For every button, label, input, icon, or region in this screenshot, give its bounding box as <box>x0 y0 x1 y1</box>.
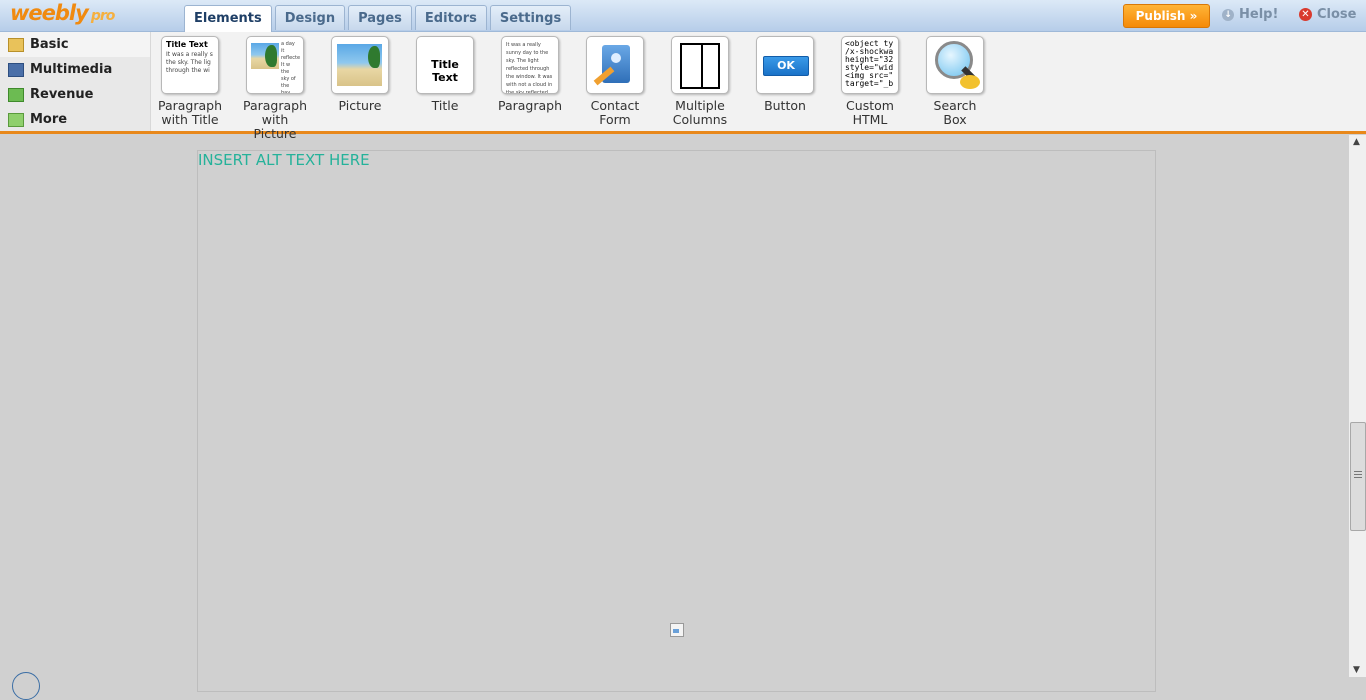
element-label: Paragraph <box>497 98 563 113</box>
vertical-scrollbar[interactable]: ▲ ▼ <box>1349 135 1366 677</box>
custom-html-thumb: <object ty /x-shockwa height="32 style="… <box>841 36 899 94</box>
main-tabs: Elements Design Pages Editors Settings <box>184 5 572 32</box>
close-label: Close <box>1317 7 1357 22</box>
page-canvas[interactable]: INSERT ALT TEXT HERE <box>197 150 1156 692</box>
money-icon <box>8 87 24 102</box>
element-label: Search Box <box>933 98 977 127</box>
tab-elements[interactable]: Elements <box>184 5 272 32</box>
top-bar: weebly pro Elements Design Pages Editors … <box>0 0 1366 32</box>
element-paragraph[interactable]: It was a really sunny day to the sky. Th… <box>495 36 565 113</box>
sidebar-item-more[interactable]: More <box>0 107 150 132</box>
element-contact-form[interactable]: Contact Form <box>580 36 650 127</box>
elements-toolbar: Basic Multimedia Revenue More Title Text… <box>0 32 1366 141</box>
paragraph-thumb: It was a really sunny day to the sky. Th… <box>501 36 559 94</box>
element-button[interactable]: OK Button <box>750 36 820 113</box>
arrow-icon <box>8 112 24 127</box>
element-label: Paragraph with Title <box>157 98 223 127</box>
tab-editors[interactable]: Editors <box>414 5 487 30</box>
element-paragraph-with-title[interactable]: Title Text It was a really s the sky. The… <box>155 36 225 127</box>
button-thumb: OK <box>756 36 814 94</box>
sidebar-item-label: Basic <box>30 37 69 52</box>
element-label: Multiple Columns <box>672 98 728 127</box>
element-search-box[interactable]: Search Box <box>920 36 990 127</box>
folder-icon <box>8 37 24 52</box>
element-label: Button <box>764 98 806 113</box>
contact-form-thumb <box>586 36 644 94</box>
image-alt-text[interactable]: INSERT ALT TEXT HERE <box>198 151 370 169</box>
tab-design[interactable]: Design <box>274 5 346 30</box>
film-icon <box>8 62 24 77</box>
element-label: Custom HTML <box>846 98 894 127</box>
scroll-up-icon[interactable]: ▲ <box>1353 137 1360 147</box>
close-icon: ✕ <box>1299 8 1312 21</box>
tab-settings[interactable]: Settings <box>489 5 572 30</box>
element-multiple-columns[interactable]: Multiple Columns <box>665 36 735 127</box>
weebly-logo[interactable]: weebly pro <box>10 1 115 25</box>
pro-badge-icon <box>960 75 980 89</box>
sidebar-item-label: More <box>30 112 68 127</box>
paragraph-with-title-thumb: Title Text It was a really s the sky. The… <box>161 36 219 94</box>
paragraph-with-picture-thumb: a day it reflecte It w the sky of the ba… <box>246 36 304 94</box>
element-title[interactable]: Title Text Title <box>410 36 480 113</box>
sidebar-item-label: Multimedia <box>30 62 113 77</box>
category-sidebar: Basic Multimedia Revenue More <box>0 32 151 131</box>
broken-image-icon[interactable] <box>670 623 684 637</box>
publish-button[interactable]: Publish » <box>1123 4 1210 28</box>
element-label: Picture <box>338 98 382 113</box>
multiple-columns-thumb <box>671 36 729 94</box>
element-paragraph-with-picture[interactable]: a day it reflecte It w the sky of the ba… <box>240 36 310 141</box>
sidebar-item-basic[interactable]: Basic <box>0 32 150 57</box>
title-thumb: Title Text <box>416 36 474 94</box>
close-link[interactable]: ✕ Close <box>1299 7 1356 22</box>
scrollbar-thumb[interactable] <box>1350 422 1366 531</box>
element-picture[interactable]: Picture <box>325 36 395 113</box>
element-label: Title <box>431 98 459 113</box>
element-label: Contact Form <box>590 98 640 127</box>
help-icon: ↓ <box>1222 8 1234 21</box>
element-custom-html[interactable]: <object ty /x-shockwa height="32 style="… <box>835 36 905 127</box>
tab-pages[interactable]: Pages <box>348 5 412 30</box>
help-label: Help! <box>1239 7 1279 22</box>
feedback-circle-icon[interactable] <box>12 672 40 700</box>
sidebar-item-revenue[interactable]: Revenue <box>0 82 150 107</box>
element-label: Paragraph with Picture <box>242 98 308 141</box>
sidebar-item-multimedia[interactable]: Multimedia <box>0 57 150 82</box>
help-link[interactable]: ↓ Help! <box>1222 7 1278 22</box>
picture-thumb <box>331 36 389 94</box>
scroll-down-icon[interactable]: ▼ <box>1353 665 1360 675</box>
sidebar-item-label: Revenue <box>30 87 94 102</box>
search-box-thumb <box>926 36 984 94</box>
